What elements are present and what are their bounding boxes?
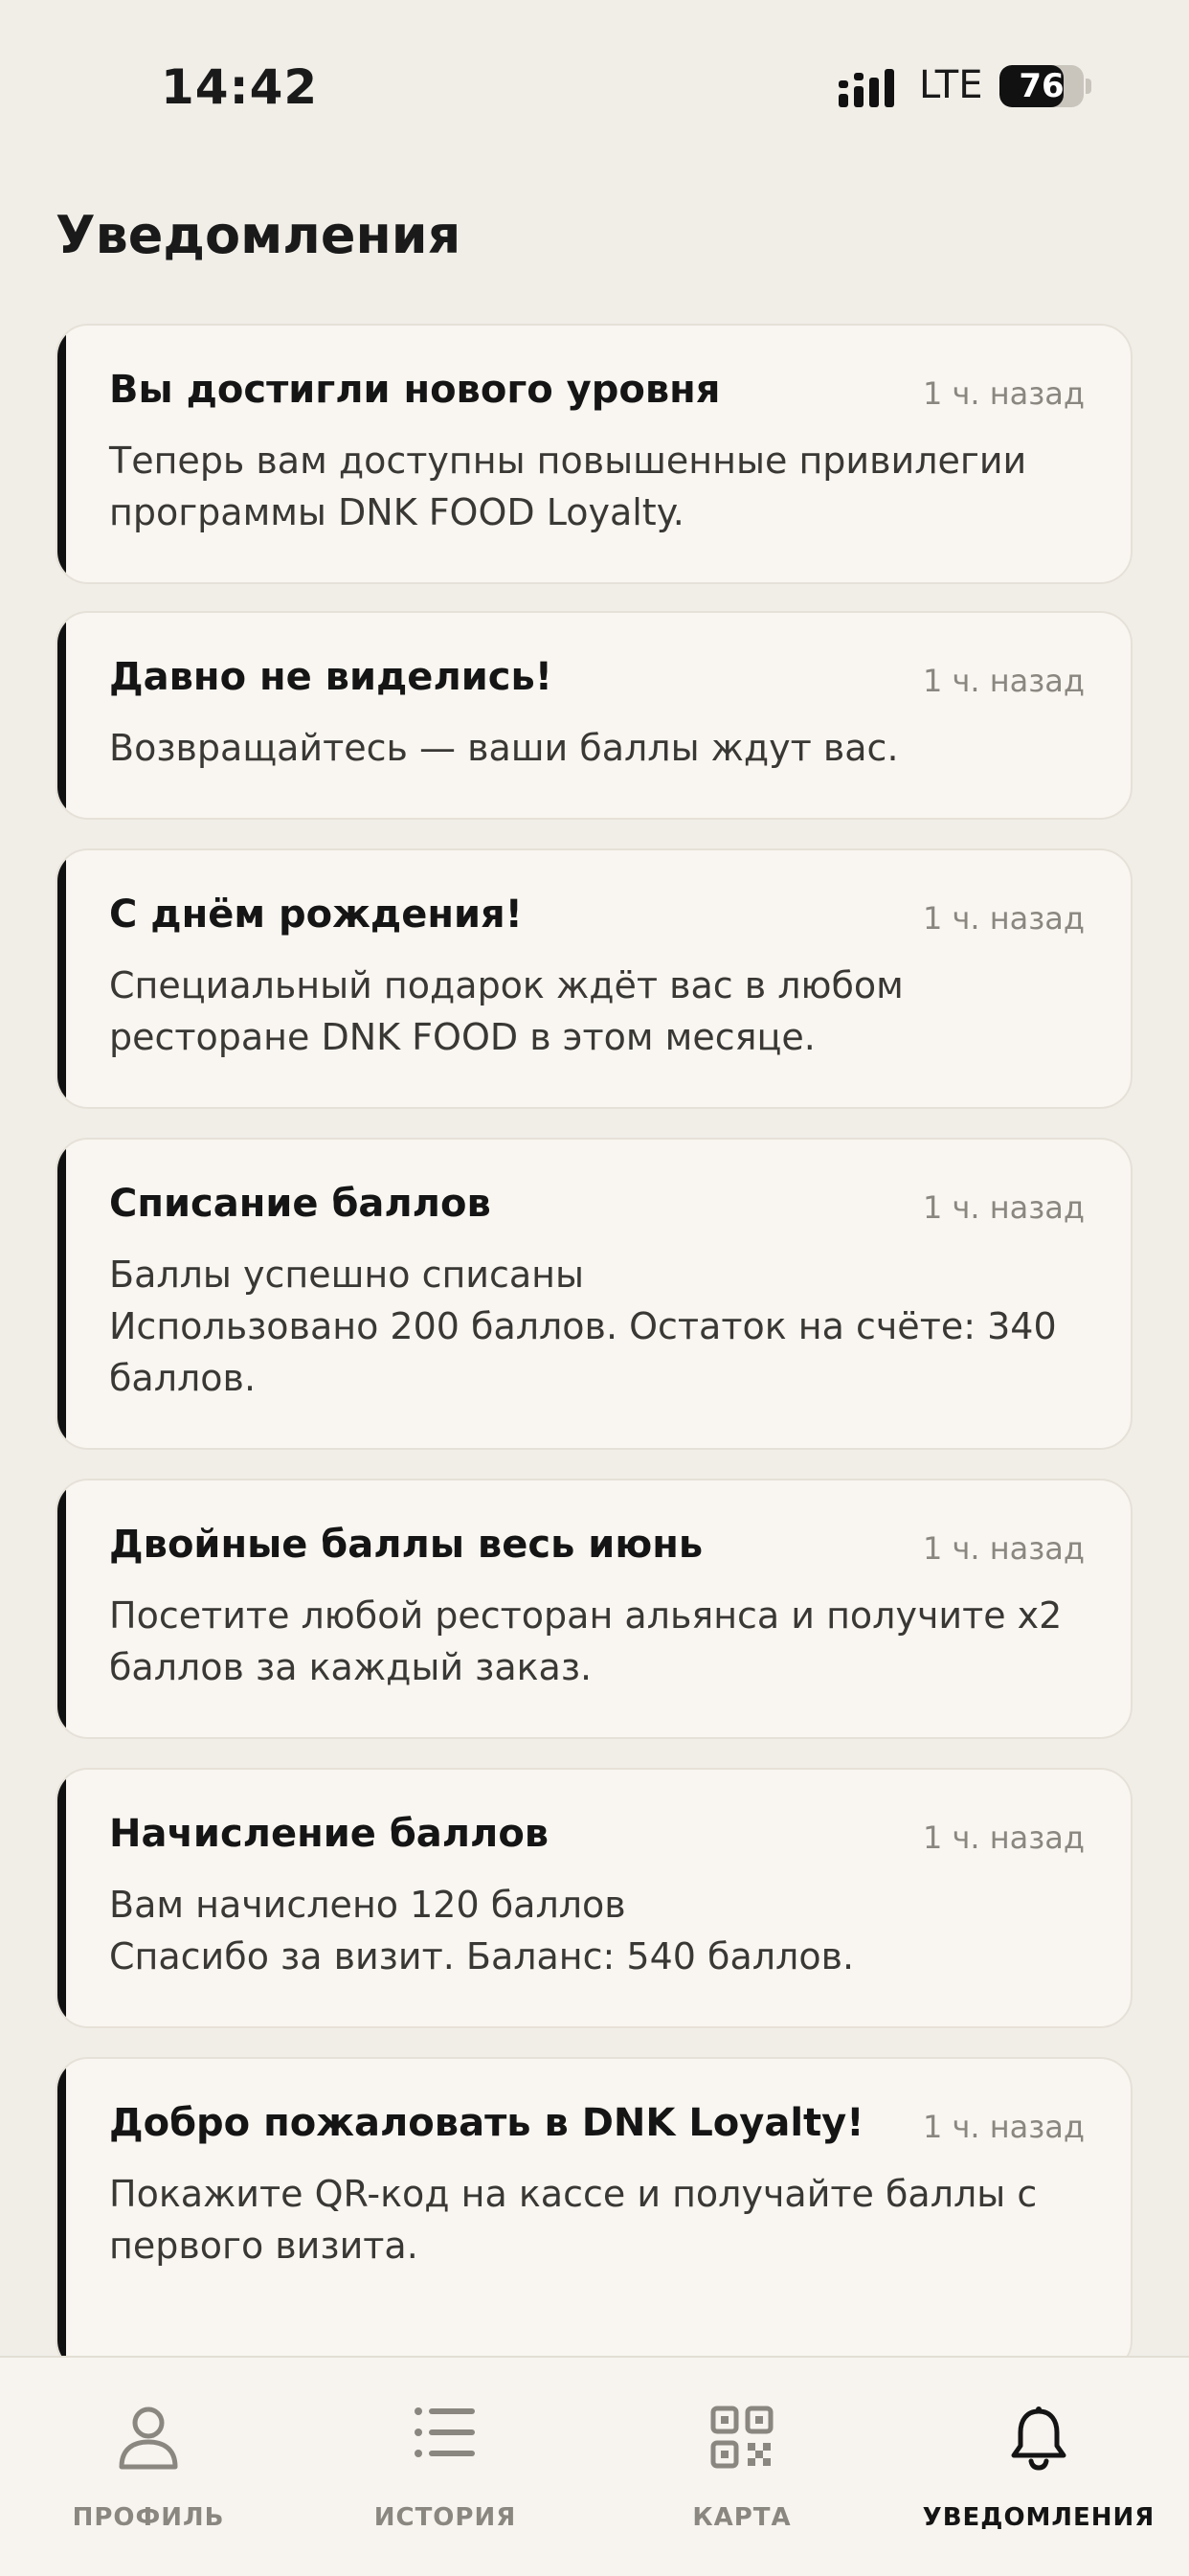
notification-body-line: первого визита.	[109, 2225, 418, 2267]
tab-label: ИСТОРИЯ	[373, 2503, 517, 2532]
notification-title: Списание баллов	[109, 1182, 491, 1226]
notification-body-line: Возвращайтесь — ваши баллы ждут вас.	[109, 727, 899, 769]
notification-time: 1 ч. назад	[922, 1530, 1085, 1567]
notification-body-line: Вам начислено 120 баллов	[109, 1884, 626, 1926]
notification-body: Специальный подарок ждёт вас в любом рес…	[109, 960, 1066, 1063]
tab-bar: ПРОФИЛЬ ИСТОРИЯ КАРТА УВЕДОМЛЕНИЯ	[0, 2356, 1189, 2576]
notification-card[interactable]: Давно не виделись! 1 ч. назад Возвращайт…	[56, 611, 1133, 820]
tab-history[interactable]: ИСТОРИЯ	[297, 2358, 594, 2576]
notification-time: 1 ч. назад	[922, 2109, 1085, 2145]
status-time: 14:42	[161, 59, 319, 115]
notification-body: Посетите любой ресторан альянса и получи…	[109, 1590, 1066, 1693]
notification-body-line: баллов за каждый заказ.	[109, 1646, 593, 1688]
tab-label: УВЕДОМЛЕНИЯ	[922, 2503, 1155, 2532]
tab-profile[interactable]: ПРОФИЛЬ	[0, 2358, 297, 2576]
notification-title: Давно не виделись!	[109, 655, 553, 699]
notification-title: Начисление баллов	[109, 1812, 550, 1856]
status-bar: 14:42 LTE 76	[0, 0, 1189, 172]
notification-body-line: Спасибо за визит. Баланс: 540 баллов.	[109, 1935, 855, 1977]
notification-card[interactable]: Списание баллов 1 ч. назад Баллы успешно…	[56, 1138, 1133, 1450]
notification-body: Покажите QR-код на кассе и получайте бал…	[109, 2168, 1066, 2271]
page-title: Уведомления	[56, 205, 461, 265]
notification-body-line: Использовано 200 баллов. Остаток на счёт…	[109, 1305, 1057, 1347]
notification-card[interactable]: Начисление баллов 1 ч. назад Вам начисле…	[56, 1768, 1133, 2028]
notification-body-line: Специальный подарок ждёт вас в любом	[109, 964, 904, 1006]
tab-label: КАРТА	[692, 2503, 792, 2532]
list-icon	[415, 2407, 475, 2457]
notification-body: Возвращайтесь — ваши баллы ждут вас.	[109, 722, 1066, 774]
notification-body-line: ресторане DNK FOOD в этом месяце.	[109, 1016, 816, 1058]
battery-tip	[1086, 79, 1091, 94]
notification-time: 1 ч. назад	[922, 1819, 1085, 1856]
battery-level: 76	[1019, 67, 1065, 105]
notification-time: 1 ч. назад	[922, 1189, 1085, 1226]
tab-notifications[interactable]: УВЕДОМЛЕНИЯ	[890, 2358, 1187, 2576]
tab-card[interactable]: КАРТА	[594, 2358, 890, 2576]
notification-time: 1 ч. назад	[922, 375, 1085, 412]
network-type: LTE	[919, 63, 983, 107]
notification-card[interactable]: Добро пожаловать в DNK Loyalty! 1 ч. наз…	[56, 2057, 1133, 2373]
notification-card[interactable]: Вы достигли нового уровня 1 ч. назад Теп…	[56, 324, 1133, 584]
notification-body-line: баллов.	[109, 1357, 257, 1399]
qr-code-icon	[710, 2406, 774, 2469]
notification-title: С днём рождения!	[109, 893, 523, 937]
notification-body-line: программы DNK FOOD Loyalty.	[109, 491, 684, 533]
notification-body: Вам начислено 120 баллов Спасибо за визи…	[109, 1879, 1066, 1982]
signal-icon	[839, 69, 894, 107]
person-icon	[119, 2407, 178, 2470]
notification-card[interactable]: С днём рождения! 1 ч. назад Специальный …	[56, 848, 1133, 1109]
notification-body: Теперь вам доступны повышенные привилеги…	[109, 435, 1066, 538]
notification-body-line: Посетите любой ресторан альянса и получи…	[109, 1594, 1063, 1637]
notification-card[interactable]: Двойные баллы весь июнь 1 ч. назад Посет…	[56, 1479, 1133, 1739]
notification-title: Вы достигли нового уровня	[109, 368, 721, 412]
tab-label: ПРОФИЛЬ	[72, 2503, 225, 2532]
notification-body: Баллы успешно списаны Использовано 200 б…	[109, 1249, 1066, 1404]
notification-title: Добро пожаловать в DNK Loyalty!	[109, 2101, 864, 2145]
notification-body-line: Баллы успешно списаны	[109, 1254, 585, 1296]
notification-body-line: Теперь вам доступны повышенные привилеги…	[109, 440, 1027, 482]
battery-icon: 76	[999, 65, 1084, 107]
notification-title: Двойные баллы весь июнь	[109, 1523, 704, 1567]
bell-icon	[1011, 2407, 1066, 2471]
notification-body-line: Покажите QR-код на кассе и получайте бал…	[109, 2173, 1038, 2215]
notification-time: 1 ч. назад	[922, 663, 1085, 699]
notification-time: 1 ч. назад	[922, 900, 1085, 937]
